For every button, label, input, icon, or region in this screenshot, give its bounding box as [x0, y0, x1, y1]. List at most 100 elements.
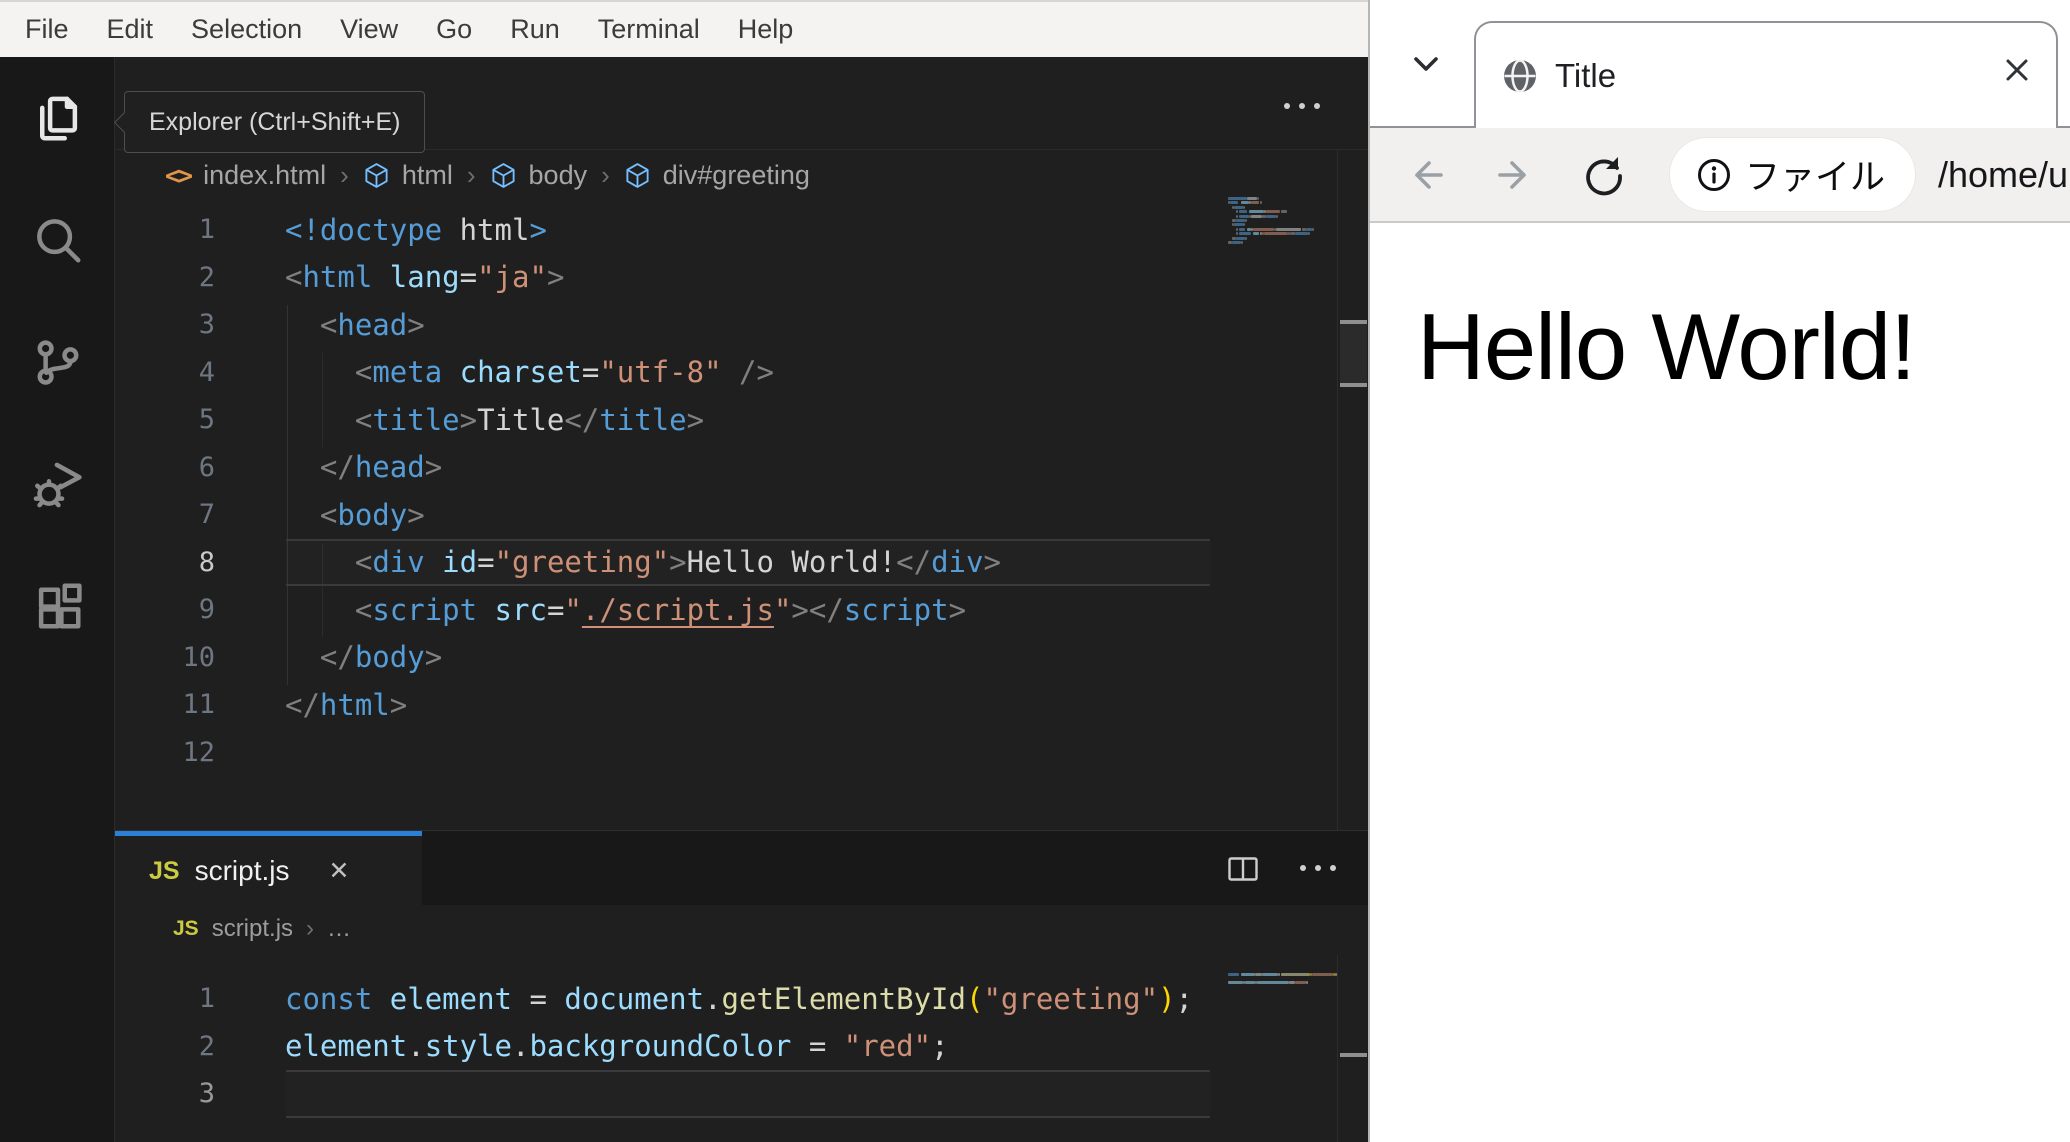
line-number: 1 [198, 983, 215, 1015]
chevron-down-icon[interactable] [1406, 46, 1446, 87]
breadcrumb-item[interactable]: body [529, 160, 588, 191]
line-number: 3 [198, 309, 215, 341]
reload-icon[interactable] [1580, 152, 1628, 205]
close-tab-icon[interactable]: ✕ [329, 856, 350, 886]
activity-bar [0, 57, 115, 1142]
browser-toolbar: ファイル /home/u [1370, 128, 2070, 221]
editor-area: <> index.html › html › body › div#greeting 1 <!d… [115, 57, 1368, 1142]
run-debug-icon[interactable] [0, 423, 115, 545]
menu-item-go[interactable]: Go [417, 2, 491, 57]
extensions-icon[interactable] [0, 545, 115, 667]
more-actions-icon[interactable] [1300, 865, 1336, 871]
menu-item-file[interactable]: File [6, 2, 88, 57]
menu-bar: File Edit Selection View Go Run Terminal Help [0, 0, 1368, 57]
close-tab-icon[interactable] [2002, 55, 2032, 90]
code-line[interactable]: 1 <!doctype html> [115, 206, 1210, 254]
tab-label: script.js [194, 855, 290, 886]
breadcrumb-item[interactable]: index.html [203, 160, 326, 191]
line-number: 10 [182, 641, 215, 673]
line-number: 7 [198, 499, 215, 531]
minimap[interactable] [1228, 973, 1348, 1003]
symbol-element-icon [363, 162, 390, 189]
code-line[interactable]: 8 <div id="greeting">Hello World!</div> [115, 539, 1210, 587]
browser-tab-strip: Title [1370, 0, 2070, 128]
code-text: const element = document.getElementById(… [285, 981, 1193, 1016]
line-number: 6 [198, 451, 215, 483]
menu-item-selection[interactable]: Selection [172, 2, 321, 57]
split-editor-icon[interactable] [1225, 851, 1261, 892]
scrollbar-slider[interactable] [1340, 322, 1367, 385]
overview-ruler [1337, 955, 1338, 1142]
code-text: <script src="./script.js"></script> [354, 592, 967, 627]
more-actions-icon[interactable] [1284, 103, 1320, 109]
code-line[interactable]: 9 <script src="./script.js"></script> [115, 586, 1210, 634]
code-line[interactable]: 10 </body> [115, 634, 1210, 682]
code-line[interactable]: 2 element.style.backgroundColor = "red"; [115, 1023, 1210, 1071]
search-icon[interactable] [0, 179, 115, 301]
js-icon: JS [149, 856, 180, 885]
code-text: </body> [319, 640, 443, 675]
scrollbar-slider-edge [1340, 1053, 1367, 1057]
code-line[interactable]: 3 [115, 1070, 1210, 1118]
code-line[interactable]: 6 </head> [115, 444, 1210, 492]
line-number: 12 [182, 736, 215, 768]
back-icon[interactable] [1404, 152, 1450, 203]
breadcrumb-item[interactable]: script.js [212, 915, 293, 943]
code-text: <head> [319, 307, 425, 342]
code-text: </html> [285, 687, 408, 722]
line-number: 2 [198, 1030, 215, 1062]
scrollbar-slider-edge [1340, 320, 1367, 324]
code-line[interactable]: 12 [115, 729, 1210, 777]
line-number: 3 [198, 1078, 215, 1110]
code-line[interactable]: 1 const element = document.getElementById… [115, 975, 1210, 1023]
line-number: 2 [198, 261, 215, 293]
breadcrumb-item[interactable]: … [327, 915, 351, 943]
screen: File Edit Selection View Go Run Terminal Help <… [0, 0, 2070, 1142]
code-line[interactable]: 7 <body> [115, 491, 1210, 539]
explorer-tooltip: Explorer (Ctrl+Shift+E) [124, 91, 426, 153]
url-text: /home/u [1938, 153, 2069, 195]
line-number: 1 [198, 214, 215, 246]
info-icon [1698, 158, 1730, 191]
site-info-chip[interactable]: ファイル [1670, 138, 1915, 211]
breadcrumb-separator: › [340, 159, 349, 190]
forward-icon[interactable] [1491, 152, 1537, 203]
menu-item-run[interactable]: Run [491, 2, 579, 57]
breadcrumb-item[interactable]: div#greeting [663, 160, 810, 191]
code-text: element.style.backgroundColor = "red"; [285, 1029, 949, 1064]
code-line[interactable]: 11 </html> [115, 681, 1210, 729]
line-number: 5 [198, 404, 215, 436]
code-line[interactable]: 3 <head> [115, 301, 1210, 349]
line-number: 11 [182, 689, 215, 721]
tooltip-text: Explorer (Ctrl+Shift+E) [149, 107, 401, 136]
browser-tab[interactable]: Title [1474, 21, 2058, 128]
breadcrumb-item[interactable]: html [402, 160, 453, 191]
menu-item-view[interactable]: View [321, 2, 417, 57]
code-line[interactable]: 4 <meta charset="utf-8" /> [115, 349, 1210, 397]
scrollbar-slider-edge [1340, 383, 1367, 387]
menu-item-help[interactable]: Help [719, 2, 813, 57]
tab-script-js[interactable]: JS script.js ✕ [115, 831, 422, 906]
line-number: 9 [198, 594, 215, 626]
code-tag-icon: <> [165, 160, 193, 190]
tab-title: Title [1555, 56, 1617, 94]
menu-item-terminal[interactable]: Terminal [579, 2, 719, 57]
greeting-div: Hello World! [1411, 268, 2070, 425]
minimap[interactable] [1228, 197, 1348, 257]
symbol-element-icon [624, 162, 651, 189]
code-text: <meta charset="utf-8" /> [354, 355, 774, 390]
js-icon: JS [173, 916, 199, 940]
address-bar[interactable]: /home/u [1938, 128, 2068, 221]
code-text: <html lang="ja"> [285, 260, 565, 295]
source-control-icon[interactable] [0, 301, 115, 423]
globe-icon [1504, 58, 1536, 93]
explorer-icon[interactable] [0, 57, 115, 179]
code-text: <!doctype html> [285, 212, 547, 247]
browser-window: Title ファイル /home/u Hello World! [1368, 0, 2070, 1142]
code-line[interactable]: 2 <html lang="ja"> [115, 254, 1210, 302]
breadcrumb-separator: › [306, 914, 315, 942]
menu-item-edit[interactable]: Edit [88, 2, 173, 57]
code-line[interactable]: 5 <title>Title</title> [115, 396, 1210, 444]
code-text: <body> [319, 497, 425, 532]
line-number: 8 [198, 546, 215, 578]
